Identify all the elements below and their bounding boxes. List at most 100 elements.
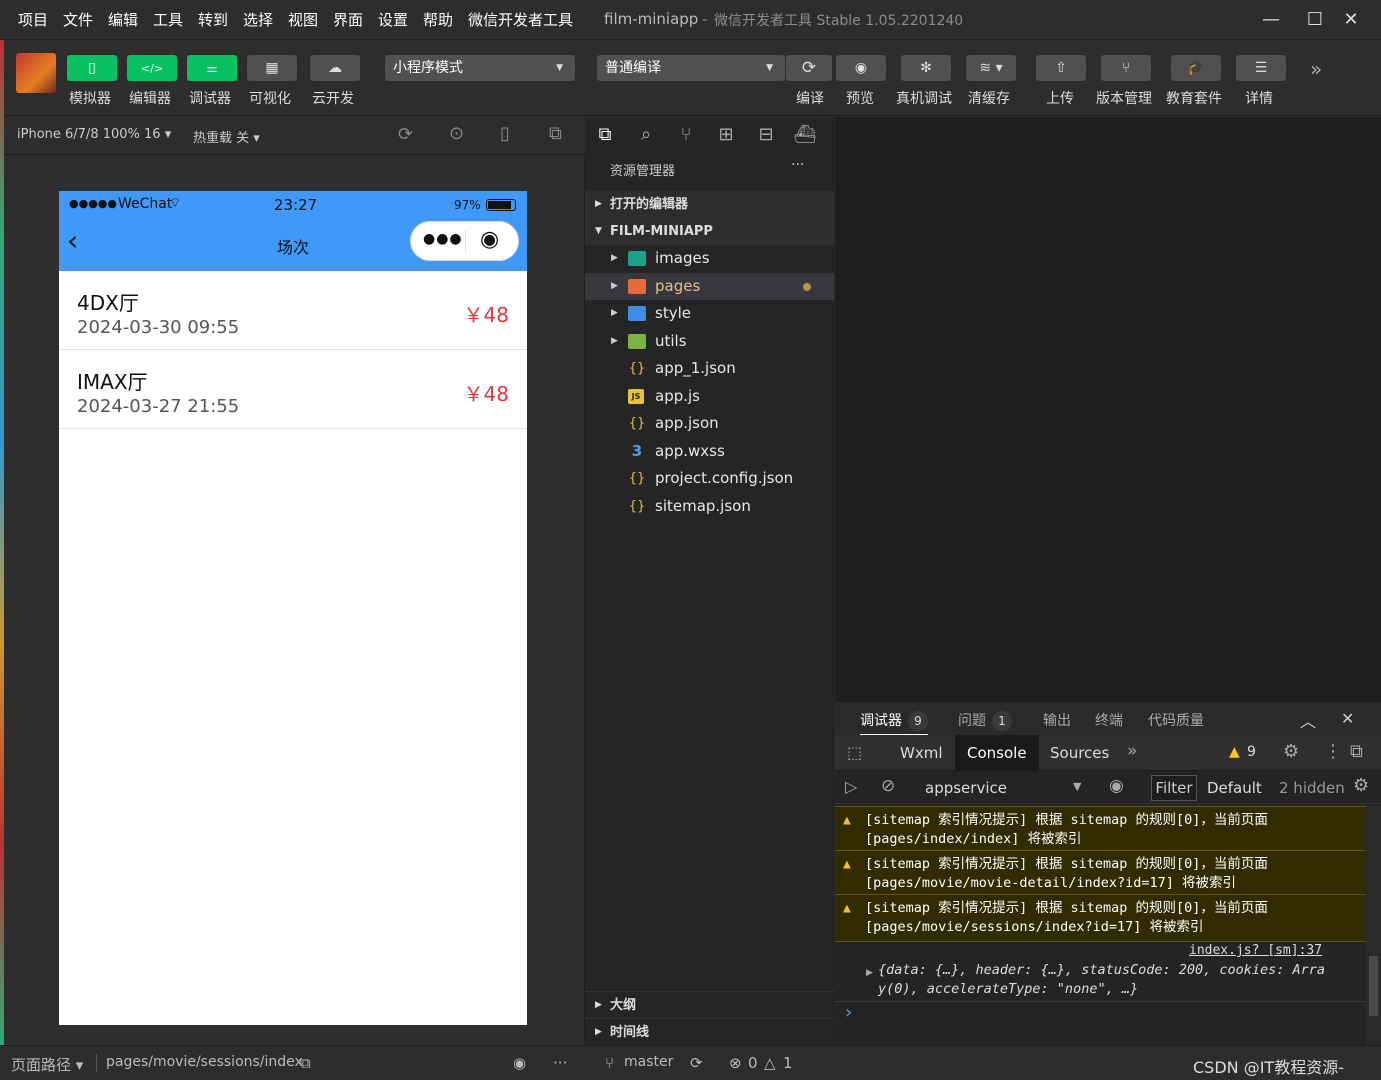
version-button[interactable]: ⑂ xyxy=(1101,55,1151,81)
levels-select[interactable]: Default xyxy=(1207,779,1262,797)
tree-item-images[interactable]: ▶ images xyxy=(585,245,834,272)
extensions-icon[interactable]: ⊞ xyxy=(714,124,738,148)
tree-item-app-js[interactable]: JS app.js xyxy=(585,383,834,410)
clear-cache-button[interactable]: ≋ ▾ xyxy=(966,55,1016,81)
log-source-link[interactable]: index.js? [sm]:37 xyxy=(1189,943,1322,958)
tab-terminal[interactable]: 终端 xyxy=(1095,710,1123,730)
compile-select[interactable]: 普通编译 ▼ xyxy=(597,55,785,81)
more-dots-icon[interactable]: ●●● xyxy=(423,231,463,247)
tree-item-app-1-json[interactable]: {} app_1.json xyxy=(585,355,834,382)
kebab-icon[interactable]: ⋮ xyxy=(1324,741,1342,762)
compile-button[interactable]: ⟳ xyxy=(786,55,832,81)
tab-console[interactable]: Console xyxy=(955,735,1039,771)
console-warning[interactable]: ▲ [sitemap 索引情况提示] 根据 sitemap 的规则[0]，当前页… xyxy=(835,806,1366,854)
mode-select[interactable]: 小程序模式 ▼ xyxy=(385,55,575,81)
list-item[interactable]: 4DX厅 2024-03-30 09:55 ￥48 xyxy=(59,271,527,350)
search-icon[interactable]: ⌕ xyxy=(634,124,658,148)
capsule-menu[interactable]: ●●● ◉ xyxy=(410,221,519,261)
visual-button[interactable]: ▦ xyxy=(247,55,297,81)
device-select[interactable]: iPhone 6/7/8 100% 16 ▾ xyxy=(17,127,171,142)
docker-icon[interactable]: ⛴ xyxy=(793,124,817,148)
context-select[interactable]: appservice xyxy=(925,779,1007,797)
timeline-section[interactable]: ▶ 时间线 xyxy=(585,1018,834,1045)
menu-help[interactable]: 帮助 xyxy=(423,9,453,30)
log-object[interactable]: {data: {…}, header: {…}, statusCode: 200… xyxy=(878,961,1368,999)
debugger-button[interactable]: ⚌ xyxy=(187,55,237,81)
collapse-icon[interactable]: ︿ xyxy=(1300,708,1316,732)
console-prompt[interactable]: › xyxy=(845,1002,852,1023)
tree-item-pages[interactable]: ▶ pages xyxy=(585,273,834,300)
page-path-label[interactable]: 页面路径 ▾ xyxy=(11,1054,83,1075)
tab-code-quality[interactable]: 代码质量 xyxy=(1148,710,1204,730)
close-icon[interactable]: ✕ xyxy=(1336,6,1366,34)
scrollbar[interactable] xyxy=(1366,806,1381,1045)
tree-item-project-config-json[interactable]: {} project.config.json xyxy=(585,465,834,492)
console-warning[interactable]: ▲ [sitemap 索引情况提示] 根据 sitemap 的规则[0]，当前页… xyxy=(835,894,1366,942)
eye-icon[interactable]: ◉ xyxy=(513,1054,526,1072)
menu-edit[interactable]: 编辑 xyxy=(108,9,138,30)
menu-select[interactable]: 选择 xyxy=(243,9,273,30)
expand-icon[interactable]: ▶ xyxy=(866,968,873,978)
menu-goto[interactable]: 转到 xyxy=(198,9,228,30)
back-icon[interactable]: ‹ xyxy=(67,227,78,255)
files-icon[interactable]: ⧉ xyxy=(593,124,617,148)
list-item[interactable]: IMAX厅 2024-03-27 21:55 ￥48 xyxy=(59,350,527,429)
filter-input[interactable]: Filter xyxy=(1151,775,1197,801)
close-panel-icon[interactable]: ✕ xyxy=(1341,709,1354,728)
clear-console-icon[interactable]: ⊘ xyxy=(881,776,895,796)
more-tabs-icon[interactable]: » xyxy=(1127,741,1137,761)
tab-output[interactable]: 输出 xyxy=(1043,710,1071,730)
outline-section[interactable]: ▶ 大纲 xyxy=(585,991,834,1018)
simulator-button[interactable]: ▯ xyxy=(67,55,117,81)
tree-item-utils[interactable]: ▶ utils xyxy=(585,328,834,355)
tab-problems[interactable]: 问题 1 xyxy=(958,710,1012,731)
git-branch[interactable]: master xyxy=(624,1054,673,1070)
sync-icon[interactable]: ⟳ xyxy=(690,1054,703,1072)
console-settings-icon[interactable]: ⚙ xyxy=(1353,775,1369,796)
menu-interface[interactable]: 界面 xyxy=(333,9,363,30)
upload-button[interactable]: ⇧ xyxy=(1036,55,1086,81)
source-control-icon[interactable]: ⑂ xyxy=(674,124,698,148)
rotate-icon[interactable]: ⟳ xyxy=(398,124,413,145)
console-warning[interactable]: ▲ [sitemap 索引情况提示] 根据 sitemap 的规则[0]，当前页… xyxy=(835,850,1366,898)
tree-item-app-wxss[interactable]: 3 app.wxss xyxy=(585,438,834,465)
education-button[interactable]: 🎓 xyxy=(1171,55,1221,81)
sidebar-toggle-icon[interactable]: ▷ xyxy=(845,777,857,796)
tree-item-app-json[interactable]: {} app.json xyxy=(585,410,834,437)
project-section[interactable]: ▼ FILM-MINIAPP xyxy=(585,218,834,245)
tree-item-style[interactable]: ▶ style xyxy=(585,300,834,327)
menu-settings[interactable]: 设置 xyxy=(378,9,408,30)
more-icon[interactable]: ··· xyxy=(791,157,804,173)
remote-debug-button[interactable]: ✻ xyxy=(901,55,951,81)
phone-icon[interactable]: ▯ xyxy=(500,123,510,144)
menu-project[interactable]: 项目 xyxy=(18,9,48,30)
open-editors-section[interactable]: ▶ 打开的编辑器 xyxy=(585,191,834,218)
close-miniapp-icon[interactable]: ◉ xyxy=(480,228,499,252)
menu-wechat-devtools[interactable]: 微信开发者工具 xyxy=(468,9,573,30)
preview-button[interactable]: ◉ xyxy=(836,55,886,81)
gear-icon[interactable]: ⚙ xyxy=(1283,741,1299,762)
minimize-icon[interactable]: — xyxy=(1256,6,1286,34)
avatar[interactable] xyxy=(16,53,56,93)
tree-item-sitemap-json[interactable]: {} sitemap.json xyxy=(585,493,834,520)
inspect-icon[interactable]: ⬚ xyxy=(847,743,862,762)
error-count[interactable]: 0 xyxy=(748,1054,758,1072)
details-button[interactable]: ☰ xyxy=(1236,55,1286,81)
eye-icon[interactable]: ◉ xyxy=(1109,776,1124,796)
save-icon[interactable]: ⊟ xyxy=(754,124,778,148)
tab-sources[interactable]: Sources xyxy=(1038,735,1121,771)
chevron-down-icon[interactable]: ▼ xyxy=(1073,780,1081,793)
hotreload-select[interactable]: 热重载 关 ▾ xyxy=(193,127,260,146)
cloud-button[interactable]: ☁ xyxy=(310,55,360,81)
more-icon[interactable]: ··· xyxy=(553,1054,567,1072)
maximize-icon[interactable]: ☐ xyxy=(1300,6,1330,34)
menu-tools[interactable]: 工具 xyxy=(153,9,183,30)
menu-file[interactable]: 文件 xyxy=(63,9,93,30)
popout-icon[interactable]: ⧉ xyxy=(549,123,562,144)
record-icon[interactable]: ⊙ xyxy=(449,123,464,144)
more-chevrons-icon[interactable]: » xyxy=(1310,57,1322,81)
editor-button[interactable]: </> xyxy=(127,55,177,81)
warning-count[interactable]: 1 xyxy=(783,1054,793,1072)
copy-icon[interactable]: ⧉ xyxy=(300,1054,311,1072)
warning-count[interactable]: 9 xyxy=(1247,744,1256,760)
